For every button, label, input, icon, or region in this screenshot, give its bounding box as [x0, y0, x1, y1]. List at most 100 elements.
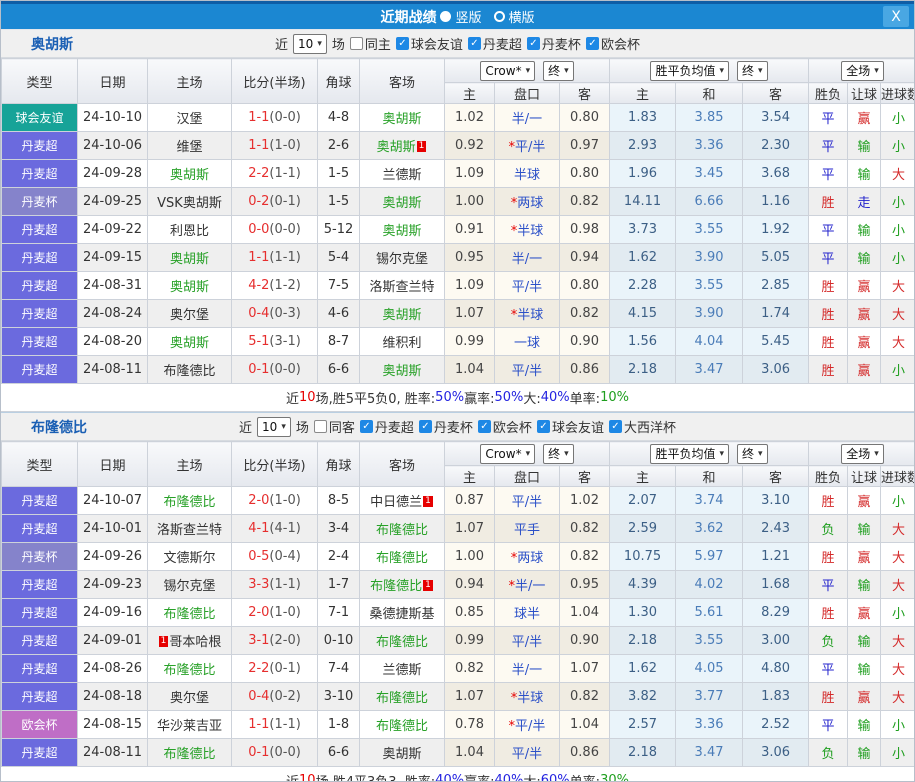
league-checkbox[interactable]: ✓ 丹麦超 — [359, 417, 414, 436]
avg-draw-cell: 3.74 — [675, 486, 744, 515]
odds-time-select[interactable]: 终 ▾ — [543, 60, 574, 81]
chevron-down-icon: ▾ — [758, 448, 763, 459]
league-checkbox-label: 丹麦超 — [482, 38, 522, 53]
fulltime-select[interactable]: 全场 ▾ — [841, 60, 884, 81]
handicap-odds-away-cell: 0.90 — [558, 327, 611, 356]
handicap-cell: *半球 — [494, 299, 560, 328]
average-select[interactable]: 胜平负均值 ▾ — [650, 443, 730, 464]
handicap-odds-home-cell: 1.07 — [444, 514, 495, 543]
same-venue-checkbox[interactable]: 同客 — [313, 417, 355, 436]
home-team-cell: 华沙莱吉亚 — [147, 710, 232, 739]
league-checkbox[interactable]: ✓ 球会友谊 — [395, 34, 463, 53]
away-team-cell: 兰德斯 — [359, 159, 445, 188]
corners-value: 8-5 — [327, 493, 350, 508]
handicap-odds-away-cell: 0.82 — [558, 187, 611, 216]
bookmaker-select[interactable]: Crow* ▾ — [480, 443, 536, 464]
odds-time-select[interactable]: 终 ▾ — [543, 443, 574, 464]
match-date: 24-09-23 — [82, 577, 142, 592]
handicap-result-value: 赢 — [857, 280, 871, 295]
same-venue-checkbox[interactable]: 同主 — [349, 34, 391, 53]
close-button[interactable]: X — [883, 6, 909, 27]
handicap-cell: *半/一 — [494, 570, 560, 599]
handicap-cell: 平/半 — [494, 486, 560, 515]
league-type-label: 欧会杯 — [21, 718, 58, 732]
bookmaker-select[interactable]: Crow* ▾ — [480, 60, 536, 81]
radio-unselected-icon — [493, 11, 505, 22]
handicap-result-value: 赢 — [857, 691, 871, 706]
near-count-value: 10 — [262, 419, 278, 434]
league-checkbox-label: 丹麦杯 — [541, 38, 581, 53]
card-badge: 1 — [416, 141, 427, 152]
league-checkbox[interactable]: ✓ 欧会杯 — [585, 34, 640, 53]
radio-horizontal[interactable]: 横版 — [493, 7, 535, 26]
summary-segment: 30% — [600, 773, 629, 782]
goals-value: 大 — [892, 663, 906, 678]
league-type-cell: 丹麦超 — [1, 355, 78, 384]
corners-cell: 1-7 — [317, 570, 360, 599]
chevron-down-icon: ▾ — [719, 448, 725, 459]
league-checkbox[interactable]: ✓ 球会友谊 — [536, 417, 604, 436]
halftime-score: (4-1) — [269, 521, 301, 536]
league-checkbox[interactable]: ✓ 丹麦超 — [467, 34, 522, 53]
handicap-odds-away-cell: 0.82 — [558, 542, 611, 571]
handicap-odds-home-cell: 0.92 — [444, 131, 495, 160]
near-count-select[interactable]: 10 ▾ — [293, 33, 327, 54]
score-cell: 4-2(1-2) — [231, 271, 318, 300]
fulltime-group-header: 全场 ▾ — [808, 441, 914, 466]
avg-home-odds: 2.07 — [628, 493, 657, 508]
league-checkbox[interactable]: ✓ 丹麦杯 — [418, 417, 473, 436]
league-checkbox[interactable]: ✓ 丹麦杯 — [526, 34, 581, 53]
avg-home-cell: 2.28 — [609, 271, 677, 300]
fulltime-score: 2-0 — [248, 605, 270, 620]
league-type-label: 丹麦超 — [21, 606, 58, 620]
avg-home-cell: 4.39 — [609, 570, 677, 599]
handicap-odds-home: 0.95 — [455, 250, 484, 265]
avg-home-odds: 2.18 — [628, 633, 657, 648]
home-team-name: 布隆德比 — [163, 607, 216, 622]
corners-cell: 2-4 — [317, 542, 360, 571]
corners-value: 4-6 — [327, 306, 350, 321]
fulltime-score: 1-1 — [248, 717, 270, 732]
avg-away-cell: 3.06 — [742, 738, 810, 767]
fulltime-select[interactable]: 全场 ▾ — [841, 443, 884, 464]
handicap-result-value: 输 — [857, 663, 871, 678]
avg-draw-odds: 5.97 — [694, 549, 724, 564]
halftime-score: (0-1) — [269, 194, 301, 209]
league-type-cell: 欧会杯 — [1, 710, 78, 739]
league-type-label: 丹麦超 — [21, 522, 58, 536]
home-team-name: 布隆德比 — [163, 495, 216, 510]
corners-cell: 3-4 — [317, 514, 360, 543]
average-time-select[interactable]: 终 ▾ — [737, 60, 768, 81]
league-checkbox[interactable]: ✓ 大西洋杯 — [608, 417, 676, 436]
league-checkbox[interactable]: ✓ 欧会杯 — [477, 417, 532, 436]
home-team-cell: 奥胡斯 — [147, 159, 232, 188]
sub-header-avg-away: 客 — [742, 465, 810, 487]
goals-cell: 大 — [880, 299, 914, 328]
near-count-select[interactable]: 10 ▾ — [257, 416, 291, 437]
corners-cell: 2-6 — [317, 131, 360, 160]
checkbox-checked-icon: ✓ — [608, 420, 622, 433]
handicap-odds-home: 1.00 — [455, 194, 484, 209]
away-team-cell: 桑德捷斯基 — [359, 598, 445, 627]
radio-vertical[interactable]: 竖版 — [440, 7, 482, 26]
away-team-name: 桑德捷斯基 — [369, 607, 435, 622]
handicap-odds-home: 1.09 — [455, 278, 484, 293]
date-cell: 24-10-10 — [77, 103, 148, 132]
handicap-odds-away: 0.90 — [570, 334, 599, 349]
avg-home-cell: 10.75 — [609, 542, 677, 571]
sub-header-avg-home: 主 — [609, 82, 677, 104]
handicap-odds-home-cell: 1.00 — [444, 187, 495, 216]
avg-draw-cell: 6.66 — [675, 187, 744, 216]
match-row: 丹麦超 24-08-31 奥胡斯 4-2(1-2) 7-5 洛斯查兰特 1.09 平/半 0.8… — [1, 271, 914, 300]
result-value: 平 — [821, 252, 835, 267]
league-checkbox-group: ✓ 球会友谊 ✓ 丹麦超 ✓ 丹麦杯 ✓ 欧会杯 — [395, 34, 640, 53]
handicap-odds-home: 0.92 — [455, 138, 484, 153]
checkbox-checked-icon: ✓ — [359, 420, 373, 433]
handicap-line: 平/半 — [515, 140, 546, 155]
average-select[interactable]: 胜平负均值 ▾ — [650, 60, 730, 81]
handicap-line: 平/半 — [511, 495, 543, 510]
handicap-odds-away-cell: 0.94 — [558, 243, 611, 272]
handicap-result-cell: 赢 — [847, 682, 882, 711]
average-time-select[interactable]: 终 ▾ — [737, 443, 768, 464]
handicap-cell: 平手 — [494, 514, 560, 543]
